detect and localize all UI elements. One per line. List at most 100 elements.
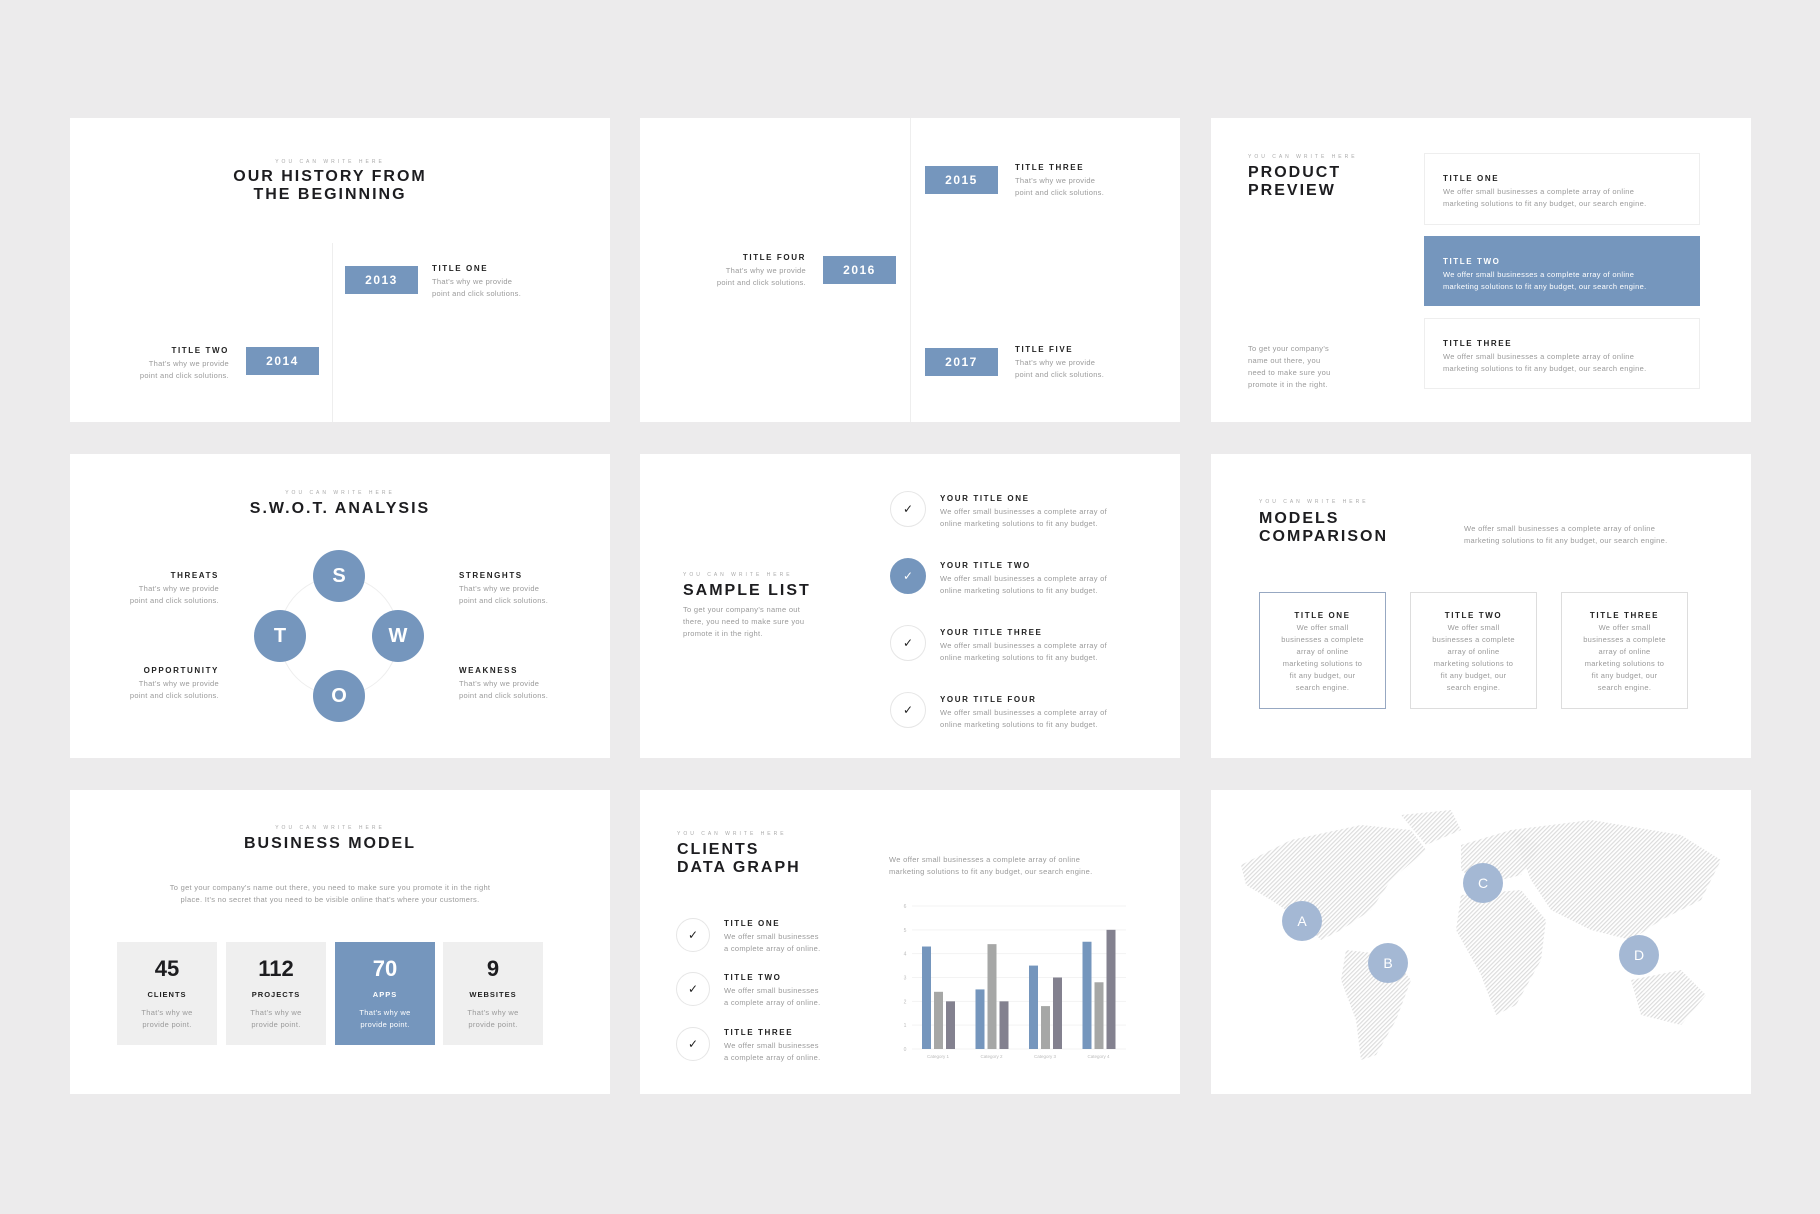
kicker: YOU CAN WRITE HERE [1248,154,1358,160]
bar-chart: 0 1 2 3 4 5 6 Category 1 Category 2 Category 3 Cat… [904,904,1126,1059]
item-title: YOUR TITLE THREE [940,628,1043,637]
slide-timeline[interactable]: 2015 TITLE THREE That's why we provide p… [640,118,1180,422]
map-pin-c[interactable]: C [1463,863,1503,903]
card-desc: We offer small businesses a complete arr… [1443,270,1647,291]
slide-title: PRODUCT PREVIEW [1248,164,1342,199]
slide-product-preview[interactable]: YOU CAN WRITE HERE PRODUCT PREVIEW To ge… [1211,118,1751,422]
bar [1106,929,1116,1049]
year-badge: 2017 [925,348,998,376]
swot-o-circle: O [313,670,365,722]
card-desc: We offer small businesses a complete arr… [1443,352,1647,373]
stat-label: APPS [372,990,398,999]
item-desc: We offer small businesses a complete arr… [940,641,1108,662]
bar [1041,1006,1050,1049]
y-tick-label: 3 [904,976,907,982]
kicker: YOU CAN WRITE HERE [683,572,793,578]
slide-desc: To get your company's name out there, yo… [1248,344,1331,389]
stat-apps: 70 APPS That's why we provide point. [335,942,435,1045]
card-title: TITLE TWO [1443,257,1501,266]
stat-label: WEBSITES [469,990,517,999]
slide-clients-data-graph[interactable]: YOU CAN WRITE HERE CLIENTS DATA GRAPH We… [640,790,1180,1094]
bar [1053,977,1062,1049]
item-title: TITLE FIVE [1015,345,1074,354]
slide-history[interactable]: YOU CAN WRITE HERE OUR HISTORY FROM THE … [70,118,610,422]
bar [987,944,997,1049]
item-desc: We offer small businesses a complete arr… [940,507,1108,528]
year-badge: 2015 [925,166,998,194]
stat-projects: 112 PROJECTS That's why we provide point… [226,942,326,1045]
slide-title: MODELS COMPARISON [1259,510,1389,545]
check-icon[interactable]: ✓ [890,491,926,527]
map-pin-d[interactable]: D [1619,935,1659,975]
product-card[interactable]: TITLE ONE We offer small businesses a co… [1424,153,1700,225]
bar [975,989,985,1049]
swot-s-circle: S [313,550,365,602]
y-tick-label: 5 [904,928,907,934]
item-title: STRENGHTS [459,571,523,580]
x-tick-label: Category 2 [980,1054,1003,1059]
box-desc: We offer small businesses a complete arr… [1432,623,1515,692]
box-title: TITLE THREE [1589,611,1660,620]
slide-sample-list[interactable]: YOU CAN WRITE HERE SAMPLE LIST To get yo… [640,454,1180,758]
swot-w-circle: W [372,610,424,662]
australia [1631,970,1706,1025]
item-title: YOUR TITLE FOUR [940,695,1037,704]
check-icon-active[interactable]: ✓ [890,558,926,594]
year-badge: 2013 [345,266,418,294]
slide-models-comparison[interactable]: YOU CAN WRITE HERE MODELS COMPARISON We … [1211,454,1751,758]
card-desc: We offer small businesses a complete arr… [1443,187,1647,208]
x-tick-label: Category 3 [1034,1054,1057,1059]
stat-label: CLIENTS [147,990,187,999]
bar [999,1001,1009,1049]
stat-websites: 9 WEBSITES That's why we provide point. [443,942,543,1045]
product-card[interactable]: TITLE THREE We offer small businesses a … [1424,318,1700,389]
stat-clients: 45 CLIENTS That's why we provide point. [117,942,217,1045]
item-desc: That's why we provide point and click so… [1015,176,1105,197]
y-tick-label: 6 [904,904,907,910]
box-title: TITLE ONE [1294,611,1351,620]
bar [1082,941,1092,1049]
timeline-line [332,243,333,422]
stat-desc: That's why we provide point. [467,1008,519,1029]
year-badge: 2014 [246,347,319,375]
africa [1456,890,1546,1015]
item-title: YOUR TITLE ONE [940,494,1030,503]
item-desc: That's why we provide point and click so… [716,266,806,287]
item-title: TITLE TWO [171,346,229,355]
item-title: TITLE THREE [1015,163,1085,172]
stat-value: 70 [372,956,398,981]
item-desc: That's why we provide point and click so… [139,359,229,380]
item-desc: That's why we provide point and click so… [459,584,549,605]
item-desc: That's why we provide point and click so… [1015,358,1105,379]
kicker: YOU CAN WRITE HERE [275,159,385,165]
check-icon[interactable]: ✓ [890,692,926,728]
slide-world-map[interactable]: A B C D [1211,790,1751,1094]
kicker: YOU CAN WRITE HERE [1259,499,1369,505]
model-box[interactable]: TITLE ONE We offer small businesses a co… [1259,592,1386,709]
product-card-selected[interactable]: TITLE TWO We offer small businesses a co… [1424,236,1700,306]
item-desc: That's why we provide point and click so… [432,277,522,298]
stat-label: PROJECTS [251,990,301,999]
slide-desc: To get your company's name out there, yo… [169,883,491,904]
item-title: OPPORTUNITY [143,666,219,675]
slide-business-model[interactable]: YOU CAN WRITE HERE BUSINESS MODEL To get… [70,790,610,1094]
box-title: TITLE TWO [1444,611,1503,620]
bar [922,946,931,1049]
slide-title: S.W.O.T. ANALYSIS [249,500,431,517]
model-box[interactable]: TITLE TWO We offer small businesses a co… [1410,592,1537,709]
map-pin-a[interactable]: A [1282,901,1322,941]
slide-title: OUR HISTORY FROM THE BEGINNING [233,168,427,203]
y-tick-label: 0 [904,1047,907,1053]
bar [1029,965,1038,1049]
card-title: TITLE ONE [1443,174,1500,183]
check-icon[interactable]: ✓ [890,625,926,661]
item-desc: We offer small businesses a complete arr… [940,574,1108,595]
slide-title: SAMPLE LIST [683,582,811,599]
world-map [1241,810,1721,1060]
model-box[interactable]: TITLE THREE We offer small businesses a … [1561,592,1688,709]
slide-swot[interactable]: YOU CAN WRITE HERE S.W.O.T. ANALYSIS S T… [70,454,610,758]
kicker: YOU CAN WRITE HERE [285,490,395,496]
card-title: TITLE THREE [1443,339,1513,348]
map-pin-b[interactable]: B [1368,943,1408,983]
timeline-line [910,118,911,422]
